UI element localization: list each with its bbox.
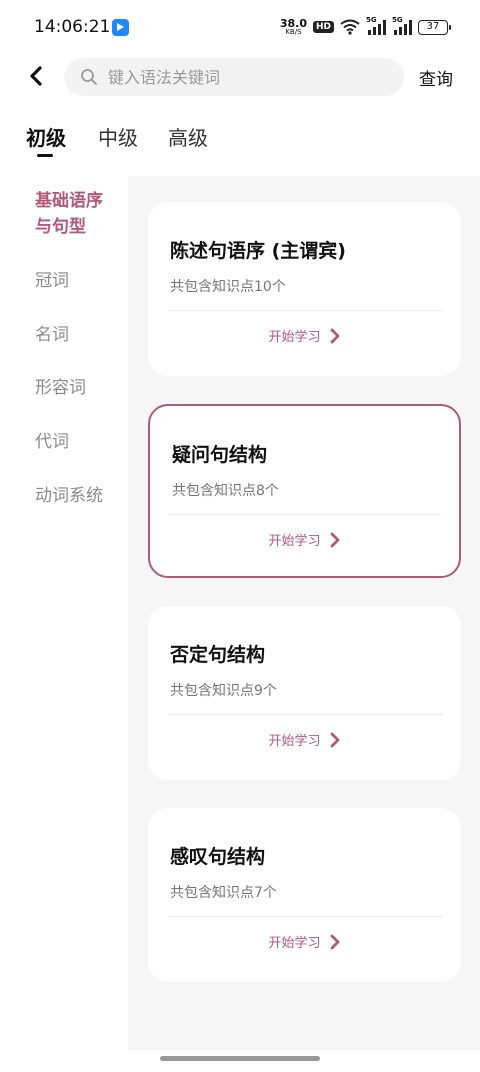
lesson-list: 陈述句语序 (主谓宾) 共包含知识点10个 开始学习 疑问句结构 共包含知识点8…	[128, 176, 480, 1050]
lesson-card[interactable]: 陈述句语序 (主谓宾) 共包含知识点10个 开始学习	[148, 202, 461, 376]
signal-icon-2: 5G	[392, 16, 412, 35]
card-divider	[168, 714, 443, 715]
level-tabs: 初级 中级 高级	[0, 116, 480, 168]
chevron-right-icon	[330, 328, 339, 343]
query-button[interactable]: 查询	[419, 65, 453, 90]
card-divider	[168, 916, 443, 917]
search-box[interactable]	[64, 58, 404, 96]
signal-label-2: 5G	[392, 16, 403, 24]
status-bar: 14:06:21 38.0 KB/S HD 5G 5G 37	[0, 0, 480, 56]
start-learning-label: 开始学习	[268, 734, 321, 749]
tab-advanced[interactable]: 高级	[168, 122, 208, 151]
start-learning-label: 开始学习	[268, 936, 321, 951]
start-learning-label: 开始学习	[268, 330, 321, 345]
status-time: 14:06:21	[34, 17, 111, 37]
hd-icon: HD	[312, 21, 334, 33]
app-notification-icon	[112, 19, 129, 36]
sidebar-item-articles[interactable]: 冠词	[35, 268, 115, 294]
signal-label-1: 5G	[366, 16, 377, 24]
top-bar: 查询	[0, 56, 480, 96]
signal-icon-1: 5G	[366, 16, 386, 35]
net-speed-unit: KB/S	[285, 28, 302, 36]
card-divider	[170, 514, 441, 515]
home-indicator[interactable]	[160, 1056, 320, 1061]
start-learning-button[interactable]: 开始学习	[148, 932, 461, 951]
lesson-card[interactable]: 感叹句结构 共包含知识点7个 开始学习	[148, 808, 461, 982]
sidebar-item-nouns[interactable]: 名词	[35, 322, 115, 348]
search-input[interactable]	[108, 58, 388, 96]
start-learning-button[interactable]: 开始学习	[148, 326, 461, 345]
lesson-count: 共包含知识点8个	[172, 483, 279, 499]
battery-level: 37	[426, 20, 440, 32]
start-learning-label: 开始学习	[268, 534, 321, 549]
start-learning-button[interactable]: 开始学习	[148, 730, 461, 749]
start-learning-button[interactable]: 开始学习	[150, 530, 459, 549]
lesson-count: 共包含知识点10个	[170, 279, 286, 295]
lesson-title: 陈述句语序 (主谓宾)	[170, 240, 346, 262]
lesson-title: 否定句结构	[170, 644, 266, 666]
net-speed: 38.0 KB/S	[280, 18, 307, 36]
back-button[interactable]	[22, 62, 50, 90]
lesson-card[interactable]: 否定句结构 共包含知识点9个 开始学习	[148, 606, 461, 780]
chevron-right-icon	[330, 732, 339, 747]
battery-icon: 37	[418, 19, 451, 35]
category-sidebar: 基础语序与句型 冠词 名词 形容词 代词 动词系统	[0, 176, 128, 1050]
lesson-count: 共包含知识点7个	[170, 885, 277, 901]
search-icon	[81, 69, 97, 85]
tab-intermediate[interactable]: 中级	[98, 122, 138, 151]
sidebar-item-basic-word-order[interactable]: 基础语序与句型	[35, 188, 115, 240]
sidebar-item-verb-system[interactable]: 动词系统	[35, 483, 115, 509]
sidebar-item-pronouns[interactable]: 代词	[35, 429, 115, 455]
chevron-left-icon	[30, 66, 42, 86]
lesson-title: 疑问句结构	[172, 444, 268, 466]
chevron-right-icon	[330, 934, 339, 949]
lesson-card-selected[interactable]: 疑问句结构 共包含知识点8个 开始学习	[148, 404, 461, 578]
wifi-icon	[340, 19, 360, 35]
sidebar-item-adjectives[interactable]: 形容词	[35, 375, 115, 401]
tab-beginner[interactable]: 初级	[26, 122, 66, 151]
card-divider	[168, 310, 443, 311]
lesson-count: 共包含知识点9个	[170, 683, 277, 699]
lesson-title: 感叹句结构	[170, 846, 266, 868]
tab-indicator	[37, 154, 53, 157]
chevron-right-icon	[330, 532, 339, 547]
status-indicators: 38.0 KB/S HD 5G 5G 37	[280, 16, 451, 38]
